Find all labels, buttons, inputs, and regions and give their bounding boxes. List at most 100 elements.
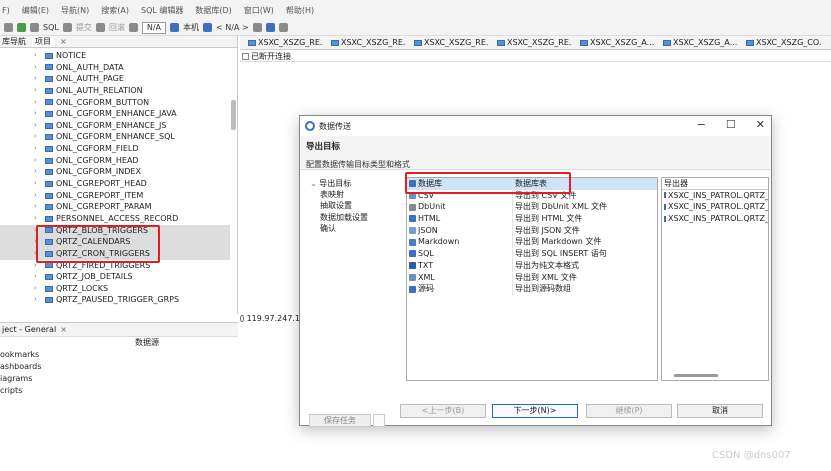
- menu-database[interactable]: 数据库(D): [195, 5, 231, 16]
- schema-select[interactable]: < N/A >: [216, 23, 249, 32]
- editor-tab[interactable]: XSXC_XSZG_A...: [655, 36, 738, 50]
- wizard-step[interactable]: 确认: [306, 223, 396, 234]
- menu-file[interactable]: F): [2, 6, 10, 15]
- tree-item[interactable]: › ONL_CGFORM_ENHANCE_JS: [0, 120, 230, 132]
- expand-icon[interactable]: ›: [34, 271, 42, 283]
- tree-item[interactable]: › ONL_AUTH_PAGE: [0, 73, 230, 85]
- project-item-bookmarks[interactable]: ookmarks: [0, 349, 238, 361]
- expand-icon[interactable]: ›: [34, 213, 42, 225]
- expand-icon[interactable]: ›: [34, 143, 42, 155]
- expand-icon[interactable]: ›: [34, 50, 42, 62]
- tree-item[interactable]: › QRTZ_JOB_DETAILS: [0, 271, 230, 283]
- menu-help[interactable]: 帮助(H): [286, 5, 314, 16]
- sql-button[interactable]: SQL: [43, 23, 59, 32]
- expand-icon[interactable]: ›: [34, 166, 42, 178]
- export-type-row[interactable]: JSON 导出到 JSON 文件: [407, 224, 657, 237]
- project-item-dashboards[interactable]: ashboards: [0, 361, 238, 373]
- search-icon[interactable]: [252, 23, 262, 32]
- editor-tab[interactable]: XSXC_XSZG_RE...: [406, 36, 489, 50]
- expand-icon[interactable]: ›: [34, 108, 42, 120]
- editor-tab[interactable]: XSXC_XSZG_RE...: [240, 36, 323, 50]
- tree-item[interactable]: › NOTICE: [0, 50, 230, 62]
- sql-editor-icon[interactable]: [30, 23, 39, 32]
- tree-item[interactable]: › ONL_AUTH_RELATION: [0, 85, 230, 97]
- expand-icon[interactable]: ›: [34, 131, 42, 143]
- menu-window[interactable]: 窗口(W): [244, 5, 274, 16]
- project-panel-title[interactable]: ject - General: [2, 325, 56, 334]
- export-type-row[interactable]: Markdown 导出到 Markdown 文件: [407, 236, 657, 249]
- project-item-diagrams[interactable]: iagrams: [0, 373, 238, 385]
- wizard-step[interactable]: 抽取设置: [306, 200, 396, 211]
- wizard-step[interactable]: 表映射: [306, 189, 396, 200]
- tree-item[interactable]: › ONL_AUTH_DATA: [0, 62, 230, 74]
- maximize-icon[interactable]: ☐: [726, 118, 736, 131]
- export-type-row[interactable]: XML 导出到 XML 文件: [407, 271, 657, 284]
- expand-icon[interactable]: ›: [34, 294, 42, 306]
- expand-icon[interactable]: ›: [34, 62, 42, 74]
- database-select-icon[interactable]: [170, 23, 179, 32]
- tree-item[interactable]: › ONL_CGREPORT_ITEM: [0, 190, 230, 202]
- tree-item[interactable]: › ONL_CGFORM_FIELD: [0, 143, 230, 155]
- project-item-scripts[interactable]: cripts: [0, 385, 238, 397]
- expand-icon[interactable]: ›: [34, 120, 42, 132]
- menu-search[interactable]: 搜索(A): [101, 5, 129, 16]
- prev-button[interactable]: <上一步(B): [400, 404, 486, 418]
- expand-icon[interactable]: ›: [34, 73, 42, 85]
- tab-project[interactable]: 项目: [32, 36, 54, 47]
- export-type-row[interactable]: 源码 导出到源码数组: [407, 283, 657, 295]
- proceed-button[interactable]: 继续(P): [586, 404, 672, 418]
- editor-tab[interactable]: XSXC_XSZG_CO...: [738, 36, 821, 50]
- expand-icon[interactable]: ›: [34, 283, 42, 295]
- tree-item[interactable]: › ONL_CGREPORT_HEAD: [0, 178, 230, 190]
- export-type-row[interactable]: TXT 导出为纯文本格式: [407, 259, 657, 272]
- editor-tab[interactable]: XSXC_XSZG_RE...: [489, 36, 572, 50]
- tree-item[interactable]: › ONL_CGREPORT_PARAM: [0, 201, 230, 213]
- exporter-scrollbar[interactable]: [674, 374, 718, 377]
- tree-item[interactable]: › PERSONNEL_ACCESS_RECORD: [0, 213, 230, 225]
- commit-icon[interactable]: [62, 23, 72, 32]
- expand-icon[interactable]: ›: [34, 155, 42, 167]
- menu-edit[interactable]: 编辑(E): [22, 5, 49, 16]
- export-type-row[interactable]: SQL 导出到 SQL INSERT 语句: [407, 248, 657, 260]
- expand-icon[interactable]: ›: [34, 190, 42, 202]
- export-type-row[interactable]: DbUnit 导出到 DbUnit XML 文件: [407, 201, 657, 214]
- next-button[interactable]: 下一步(N)>: [492, 404, 578, 418]
- wizard-step[interactable]: ⌄ 导出目标: [306, 178, 396, 189]
- expand-icon[interactable]: ›: [34, 85, 42, 97]
- plug-icon[interactable]: [17, 23, 26, 32]
- tree-item[interactable]: › QRTZ_PAUSED_TRIGGER_GRPS: [0, 294, 230, 306]
- local-select[interactable]: 本机: [183, 22, 199, 33]
- transaction-mode-icon[interactable]: [128, 23, 138, 32]
- navigate-icon[interactable]: [265, 23, 275, 32]
- tree-item[interactable]: › ONL_CGFORM_INDEX: [0, 166, 230, 178]
- tree-item[interactable]: › QRTZ_LOCKS: [0, 283, 230, 295]
- rollback-button[interactable]: 回滚: [109, 22, 125, 33]
- editor-tab[interactable]: XSXC_XSZG_RE...: [323, 36, 406, 50]
- menu-navigate[interactable]: 导航(N): [61, 5, 89, 16]
- exporter-item[interactable]: XSXC_INS_PATROL.QRTZ_: [662, 201, 768, 213]
- expand-icon[interactable]: ›: [34, 97, 42, 109]
- transaction-mode-select[interactable]: N/A: [141, 21, 166, 34]
- editor-tab[interactable]: XSXC_XSZG_A...: [572, 36, 655, 50]
- cancel-button[interactable]: 取消: [677, 404, 763, 418]
- db-connect-icon[interactable]: [4, 23, 13, 32]
- schema-select-icon[interactable]: [203, 23, 212, 32]
- tree-item[interactable]: › ONL_CGFORM_HEAD: [0, 155, 230, 167]
- navigator-scrollbar[interactable]: [231, 100, 236, 130]
- tree-item[interactable]: › ONL_CGFORM_ENHANCE_SQL: [0, 131, 230, 143]
- exporter-item[interactable]: XSXC_INS_PATROL.QRTZ_: [662, 190, 768, 202]
- export-type-row[interactable]: HTML 导出到 HTML 文件: [407, 213, 657, 225]
- tree-item[interactable]: › ONL_CGFORM_BUTTON: [0, 97, 230, 109]
- close-icon[interactable]: ✕: [756, 118, 765, 131]
- wizard-step[interactable]: 数据加载设置: [306, 212, 396, 223]
- exporter-item[interactable]: XSXC_INS_PATROL.QRTZ_: [662, 213, 768, 225]
- menu-sql-editor[interactable]: SQL 编辑器: [141, 5, 183, 16]
- tree-item[interactable]: › ONL_CGFORM_ENHANCE_JAVA: [0, 108, 230, 120]
- tab-database-navigator[interactable]: 库导航: [2, 36, 26, 47]
- pin-icon[interactable]: [278, 23, 288, 32]
- close-icon[interactable]: ×: [60, 325, 67, 334]
- close-icon[interactable]: ×: [60, 37, 67, 46]
- expand-icon[interactable]: ›: [34, 178, 42, 190]
- expand-icon[interactable]: ›: [34, 201, 42, 213]
- submit-button[interactable]: 提交: [76, 22, 92, 33]
